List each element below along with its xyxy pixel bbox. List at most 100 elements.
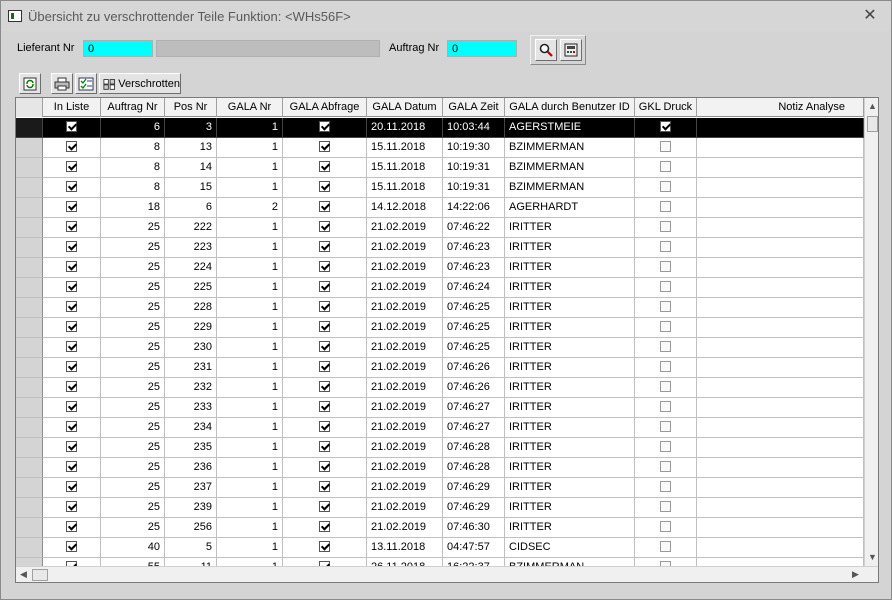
gala-nr-cell[interactable]: 1: [217, 558, 283, 566]
gala-benutzer-cell[interactable]: IRITTER: [505, 278, 635, 298]
checked-checkbox-icon[interactable]: [319, 540, 330, 552]
gala-nr-cell[interactable]: 1: [217, 178, 283, 198]
pos-nr-cell[interactable]: 228: [165, 298, 217, 318]
unchecked-checkbox-icon[interactable]: [660, 400, 671, 412]
auftrag-nr-cell[interactable]: 25: [101, 358, 165, 378]
pos-nr-cell[interactable]: 224: [165, 258, 217, 278]
gala-benutzer-cell[interactable]: IRITTER: [505, 418, 635, 438]
unchecked-checkbox-icon[interactable]: [660, 260, 671, 272]
search-button[interactable]: [535, 39, 557, 61]
row-selector[interactable]: [16, 178, 43, 198]
checked-checkbox-icon[interactable]: [66, 400, 77, 412]
unchecked-checkbox-icon[interactable]: [660, 380, 671, 392]
table-row[interactable]: 25 224 1 21.02.2019 07:46:23 IRITTER: [16, 258, 864, 278]
table-row[interactable]: 6 3 1 20.11.2018 10:03:44 AGERSTMEIE: [16, 118, 864, 138]
gala-benutzer-cell[interactable]: IRITTER: [505, 238, 635, 258]
auftrag-nr-cell[interactable]: 25: [101, 238, 165, 258]
gala-zeit-cell[interactable]: 07:46:27: [443, 418, 505, 438]
notiz-analyse-cell[interactable]: [697, 358, 864, 378]
row-selector[interactable]: [16, 338, 43, 358]
checked-checkbox-icon[interactable]: [319, 220, 330, 232]
gala-benutzer-cell[interactable]: IRITTER: [505, 458, 635, 478]
gala-benutzer-cell[interactable]: BZIMMERMAN: [505, 158, 635, 178]
checked-checkbox-icon[interactable]: [319, 280, 330, 292]
unchecked-checkbox-icon[interactable]: [660, 180, 671, 192]
gala-zeit-cell[interactable]: 07:46:26: [443, 378, 505, 398]
row-selector[interactable]: [16, 118, 43, 138]
gala-datum-cell[interactable]: 21.02.2019: [367, 338, 443, 358]
pos-nr-cell[interactable]: 3: [165, 118, 217, 138]
checked-checkbox-icon[interactable]: [319, 180, 330, 192]
checked-checkbox-icon[interactable]: [319, 480, 330, 492]
gala-datum-cell[interactable]: 15.11.2018: [367, 178, 443, 198]
gala-datum-cell[interactable]: 21.02.2019: [367, 218, 443, 238]
auftrag-nr-cell[interactable]: 18: [101, 198, 165, 218]
scroll-down-arrow-icon[interactable]: ▼: [868, 552, 877, 562]
gala-zeit-cell[interactable]: 07:46:28: [443, 458, 505, 478]
gala-datum-cell[interactable]: 21.02.2019: [367, 398, 443, 418]
column-header-gkl-druck[interactable]: GKL Druck: [635, 98, 697, 117]
gala-benutzer-cell[interactable]: CIDSEC: [505, 538, 635, 558]
gala-benutzer-cell[interactable]: IRITTER: [505, 218, 635, 238]
row-selector[interactable]: [16, 158, 43, 178]
gala-nr-cell[interactable]: 1: [217, 298, 283, 318]
unchecked-checkbox-icon[interactable]: [660, 320, 671, 332]
checked-checkbox-icon[interactable]: [319, 460, 330, 472]
auftrag-input[interactable]: 0: [447, 40, 517, 57]
gala-datum-cell[interactable]: 21.02.2019: [367, 318, 443, 338]
gala-datum-cell[interactable]: 21.02.2019: [367, 378, 443, 398]
gala-zeit-cell[interactable]: 07:46:25: [443, 298, 505, 318]
gala-benutzer-cell[interactable]: IRITTER: [505, 438, 635, 458]
pos-nr-cell[interactable]: 222: [165, 218, 217, 238]
gala-nr-cell[interactable]: 1: [217, 518, 283, 538]
row-selector[interactable]: [16, 258, 43, 278]
column-header-gala-nr[interactable]: GALA Nr: [217, 98, 283, 117]
checked-checkbox-icon[interactable]: [66, 300, 77, 312]
checked-checkbox-icon[interactable]: [319, 160, 330, 172]
auftrag-nr-cell[interactable]: 40: [101, 538, 165, 558]
gala-nr-cell[interactable]: 1: [217, 358, 283, 378]
pos-nr-cell[interactable]: 231: [165, 358, 217, 378]
checked-checkbox-icon[interactable]: [66, 280, 77, 292]
column-header-gala-abfrage[interactable]: GALA Abfrage: [283, 98, 367, 117]
notiz-analyse-cell[interactable]: [697, 338, 864, 358]
gala-nr-cell[interactable]: 1: [217, 318, 283, 338]
pos-nr-cell[interactable]: 229: [165, 318, 217, 338]
notiz-analyse-cell[interactable]: [697, 398, 864, 418]
checked-checkbox-icon[interactable]: [319, 380, 330, 392]
gala-zeit-cell[interactable]: 07:46:29: [443, 478, 505, 498]
unchecked-checkbox-icon[interactable]: [660, 280, 671, 292]
row-selector[interactable]: [16, 438, 43, 458]
table-row[interactable]: 5511126.11.201816:22:37BZIMMERMAN: [16, 558, 864, 566]
gala-benutzer-cell[interactable]: BZIMMERMAN: [505, 138, 635, 158]
scroll-left-arrow-icon[interactable]: ◀: [20, 569, 27, 580]
row-selector[interactable]: [16, 198, 43, 218]
notiz-analyse-cell[interactable]: [697, 518, 864, 538]
table-row[interactable]: 25 237 1 21.02.2019 07:46:29 IRITTER: [16, 478, 864, 498]
gala-benutzer-cell[interactable]: IRITTER: [505, 478, 635, 498]
gala-benutzer-cell[interactable]: IRITTER: [505, 498, 635, 518]
row-selector[interactable]: [16, 138, 43, 158]
gala-nr-cell[interactable]: 1: [217, 398, 283, 418]
auftrag-nr-cell[interactable]: 55: [101, 558, 165, 566]
unchecked-checkbox-icon[interactable]: [660, 140, 671, 152]
table-row[interactable]: 8 15 1 15.11.2018 10:19:31 BZIMMERMAN: [16, 178, 864, 198]
auftrag-nr-cell[interactable]: 25: [101, 518, 165, 538]
column-header-gala-zeit[interactable]: GALA Zeit: [443, 98, 505, 117]
gala-zeit-cell[interactable]: 16:22:37: [443, 558, 505, 566]
gala-datum-cell[interactable]: 14.12.2018: [367, 198, 443, 218]
gala-zeit-cell[interactable]: 07:46:22: [443, 218, 505, 238]
vertical-scroll-thumb[interactable]: [867, 116, 878, 132]
gala-nr-cell[interactable]: 1: [217, 458, 283, 478]
table-row[interactable]: 25 228 1 21.02.2019 07:46:25 IRITTER: [16, 298, 864, 318]
gala-zeit-cell[interactable]: 07:46:23: [443, 258, 505, 278]
auftrag-nr-cell[interactable]: 25: [101, 478, 165, 498]
table-row[interactable]: 8 14 1 15.11.2018 10:19:31 BZIMMERMAN: [16, 158, 864, 178]
row-selector[interactable]: [16, 318, 43, 338]
table-row[interactable]: 8 13 1 15.11.2018 10:19:30 BZIMMERMAN: [16, 138, 864, 158]
row-selector[interactable]: [16, 378, 43, 398]
checked-checkbox-icon[interactable]: [319, 200, 330, 212]
column-header-pos-nr[interactable]: Pos Nr: [165, 98, 217, 117]
gala-nr-cell[interactable]: 1: [217, 138, 283, 158]
auftrag-nr-cell[interactable]: 25: [101, 218, 165, 238]
